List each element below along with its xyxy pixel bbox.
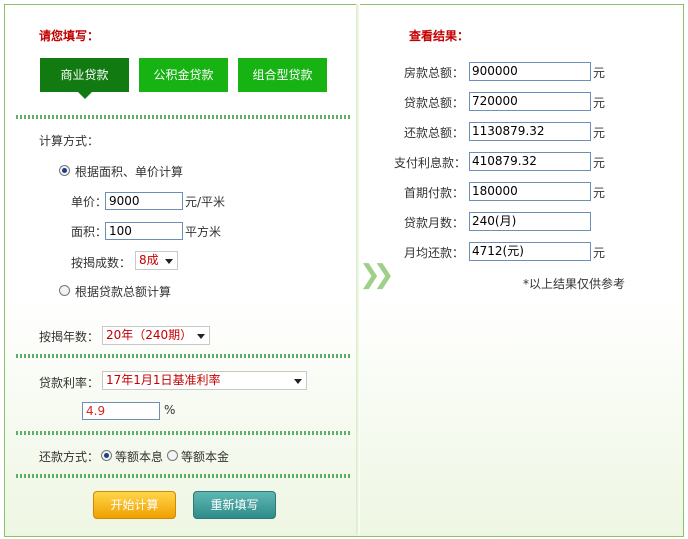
result-monthly-field[interactable]: 4712(元): [469, 242, 591, 261]
radio-equal-interest[interactable]: [101, 450, 112, 461]
rate-percent-input[interactable]: 4.9: [82, 402, 160, 420]
result-label-down-payment: 首期付款：: [403, 186, 464, 200]
result-interest-field[interactable]: 410879.32: [469, 152, 591, 171]
radio-by-area[interactable]: [59, 165, 70, 176]
result-down-payment-field[interactable]: 180000: [469, 182, 591, 201]
years-value: 20年（240期）: [106, 328, 193, 342]
radio-equal-interest-label[interactable]: 等额本息: [115, 448, 163, 465]
result-house-total-field[interactable]: 900000: [469, 62, 591, 81]
arrow-separator-icon: ❯❯: [359, 260, 395, 290]
radio-by-total[interactable]: [59, 285, 70, 296]
rate-percent-unit: %: [164, 403, 176, 417]
rate-value: 17年1月1日基准利率: [106, 373, 221, 387]
area-label: 面积：: [71, 225, 108, 239]
calc-method-label: 计算方式：: [39, 134, 100, 148]
chevron-down-icon: [165, 259, 173, 264]
repay-method-label: 还款方式：: [39, 450, 100, 464]
dotted-divider: [16, 354, 350, 358]
radio-by-area-label[interactable]: 根据面积、单价计算: [75, 163, 183, 180]
area-unit: 平方米: [185, 225, 222, 239]
result-unit: 元: [593, 186, 606, 200]
mortgage-ratio-select[interactable]: 8成: [135, 251, 178, 270]
start-calc-button[interactable]: 开始计算: [93, 491, 176, 519]
rate-label: 贷款利率：: [39, 376, 100, 390]
active-tab-pointer-icon: [78, 92, 92, 99]
radio-equal-principal[interactable]: [167, 450, 178, 461]
rate-select[interactable]: 17年1月1日基准利率: [102, 371, 307, 390]
dotted-divider: [16, 474, 350, 478]
chevron-down-icon: [197, 334, 205, 339]
dotted-divider: [16, 115, 350, 119]
unit-price-unit: 元/平米: [185, 195, 226, 209]
result-label-monthly: 月均还款：: [403, 246, 464, 260]
result-note: *以上结果仅供参考: [523, 277, 626, 291]
result-label-house-total: 房款总额：: [403, 66, 464, 80]
dotted-divider: [16, 431, 350, 435]
input-section-title: 请您填写：: [39, 29, 100, 43]
result-loan-total-field[interactable]: 720000: [469, 92, 591, 111]
result-repay-total-field[interactable]: 1130879.32: [469, 122, 591, 141]
mortgage-ratio-label: 按揭成数：: [71, 256, 132, 270]
mortgage-ratio-value: 8成: [139, 253, 159, 267]
result-unit: 元: [593, 96, 606, 110]
result-label-interest: 支付利息款：: [394, 156, 467, 170]
years-label: 按揭年数：: [39, 330, 100, 344]
result-unit: 元: [593, 246, 606, 260]
years-select[interactable]: 20年（240期）: [102, 326, 210, 345]
result-months-field[interactable]: 240(月): [469, 212, 591, 231]
radio-by-total-label[interactable]: 根据贷款总额计算: [75, 283, 171, 300]
radio-equal-principal-label[interactable]: 等额本金: [181, 448, 229, 465]
result-unit: 元: [593, 126, 606, 140]
result-unit: 元: [593, 66, 606, 80]
chevron-down-icon: [294, 379, 302, 384]
reset-button[interactable]: 重新填写: [193, 491, 276, 519]
result-label-months: 贷款月数：: [403, 216, 464, 230]
result-section-title: 查看结果：: [409, 29, 470, 43]
result-label-repay-total: 还款总额：: [403, 126, 464, 140]
tab-commercial-loan[interactable]: 商业贷款: [40, 58, 129, 92]
tab-provident-fund-loan[interactable]: 公积金贷款: [139, 58, 228, 92]
tab-combined-loan[interactable]: 组合型贷款: [238, 58, 327, 92]
area-input[interactable]: 100: [105, 222, 183, 240]
unit-price-input[interactable]: 9000: [105, 192, 183, 210]
unit-price-label: 单价：: [71, 195, 108, 209]
result-unit: 元: [593, 156, 606, 170]
result-label-loan-total: 贷款总额：: [403, 96, 464, 110]
